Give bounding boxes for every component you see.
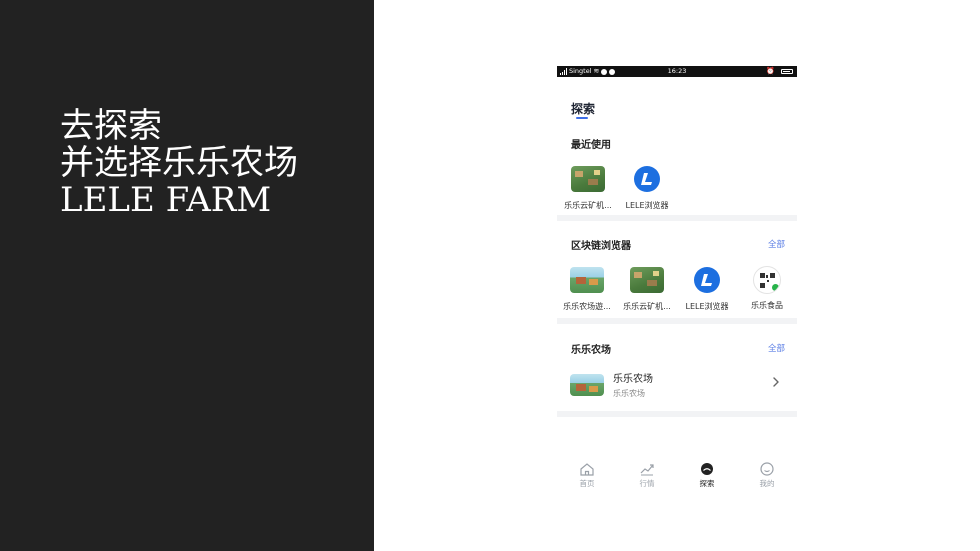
profile-icon <box>760 462 774 476</box>
bottom-tab-bar: 首页 行情 探索 我的 <box>557 458 797 498</box>
status-bar: Singtel ≋ 16:23 ⏰ <box>557 66 797 77</box>
blockchain-section-title: 区块链浏览器 <box>571 241 631 252</box>
page-title: 探索 <box>571 102 596 116</box>
tab-explore[interactable]: 探索 <box>687 462 727 489</box>
alarm-icon: ⏰ <box>766 67 775 75</box>
app-label: LELE浏览器 <box>685 302 729 311</box>
section-divider <box>557 318 797 324</box>
lele-browser-icon <box>694 267 720 293</box>
lele-farm-section-title: 乐乐农场 <box>571 345 611 356</box>
slide-headline: 去探索 并选择乐乐农场 LELE FARM <box>60 108 298 219</box>
farm-game-icon <box>570 267 604 293</box>
phone-screen: Singtel ≋ 16:23 ⏰ 探索 最近使用 乐乐云矿机... LELE浏… <box>557 66 797 502</box>
recent-app-mine[interactable]: 乐乐云矿机... <box>558 166 618 211</box>
tab-label: 我的 <box>759 479 775 488</box>
recent-section-title: 最近使用 <box>571 140 611 151</box>
app-label: 乐乐食品 <box>751 301 783 310</box>
app-label: 乐乐云矿机... <box>623 302 671 311</box>
app-label: 乐乐农场遊... <box>563 302 611 311</box>
headline-line-3: LELE FARM <box>60 180 272 220</box>
blockchain-app-mine[interactable]: 乐乐云矿机... <box>617 267 677 312</box>
headline-line-1: 去探索 <box>60 106 162 146</box>
lele-farm-list-item[interactable]: 乐乐农场 乐乐农场 <box>557 365 797 405</box>
list-item-subtitle: 乐乐农场 <box>613 389 645 398</box>
status-time: 16:23 <box>667 67 687 75</box>
tab-label: 探索 <box>699 479 715 488</box>
tab-label: 首页 <box>579 479 595 488</box>
mine-game-icon <box>630 267 664 293</box>
trend-icon <box>640 464 654 476</box>
blockchain-app-lele-food[interactable]: 乐乐食品 <box>737 266 797 311</box>
blockchain-app-farm[interactable]: 乐乐农场遊... <box>557 267 617 312</box>
farm-game-icon <box>570 374 604 396</box>
app-label: 乐乐云矿机... <box>564 201 612 210</box>
qr-code-icon <box>753 266 781 294</box>
slide-left-panel: 去探索 并选择乐乐农场 LELE FARM <box>0 0 374 551</box>
tab-label: 行情 <box>639 479 655 488</box>
blockchain-app-lele-browser[interactable]: LELE浏览器 <box>677 267 737 312</box>
app-label: LELE浏览器 <box>625 201 669 210</box>
tab-market[interactable]: 行情 <box>627 462 667 489</box>
home-icon <box>580 463 594 476</box>
headline-line-2: 并选择乐乐农场 <box>60 143 298 183</box>
tab-profile[interactable]: 我的 <box>747 462 787 489</box>
section-divider <box>557 411 797 417</box>
mine-game-icon <box>571 166 605 192</box>
lele-farm-see-all-link[interactable]: 全部 <box>768 342 785 354</box>
blockchain-see-all-link[interactable]: 全部 <box>768 238 785 250</box>
title-underline <box>576 117 588 119</box>
list-item-title: 乐乐农场 <box>613 374 653 385</box>
lele-browser-icon <box>634 166 660 192</box>
section-divider <box>557 215 797 221</box>
chevron-right-icon <box>773 377 779 387</box>
tab-home[interactable]: 首页 <box>567 462 607 489</box>
explore-icon <box>701 463 713 475</box>
battery-icon <box>781 69 793 74</box>
recent-app-lele-browser[interactable]: LELE浏览器 <box>617 166 677 211</box>
